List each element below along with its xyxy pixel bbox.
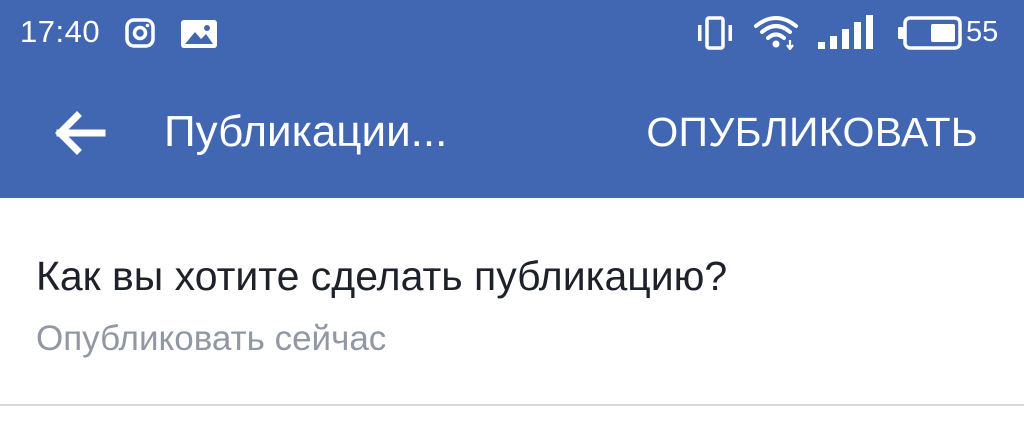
wifi-icon xyxy=(754,16,798,50)
back-button[interactable] xyxy=(52,110,106,156)
status-bar: 17:40 55 xyxy=(0,0,1024,68)
status-time: 17:40 xyxy=(20,14,101,49)
signal-icon xyxy=(818,15,873,49)
content-area: Как вы хотите сделать публикацию? Опубли… xyxy=(0,198,1024,424)
app-bar: Публикации... ОПУБЛИКОВАТЬ xyxy=(0,90,1024,180)
instagram-icon xyxy=(125,18,155,48)
battery-icon xyxy=(898,16,962,50)
publish-button[interactable]: ОПУБЛИКОВАТЬ xyxy=(646,106,978,158)
battery-level: 55 xyxy=(966,16,999,48)
option-value: Опубликовать сейчас xyxy=(36,319,387,358)
app-screen: 17:40 55 Публикации... ОПУБЛИКОВАТЬ Как … xyxy=(0,0,1024,424)
vibrate-icon xyxy=(698,16,732,50)
image-notification-icon xyxy=(181,20,217,48)
option-title: Как вы хотите сделать публикацию? xyxy=(36,253,728,299)
arrow-left-icon xyxy=(55,111,106,155)
divider xyxy=(0,404,1024,406)
publish-timing-option[interactable]: Как вы хотите сделать публикацию? Опубли… xyxy=(0,198,1024,404)
top-header: 17:40 55 Публикации... ОПУБЛИКОВАТЬ xyxy=(0,0,1024,198)
page-title: Публикации... xyxy=(164,107,448,156)
